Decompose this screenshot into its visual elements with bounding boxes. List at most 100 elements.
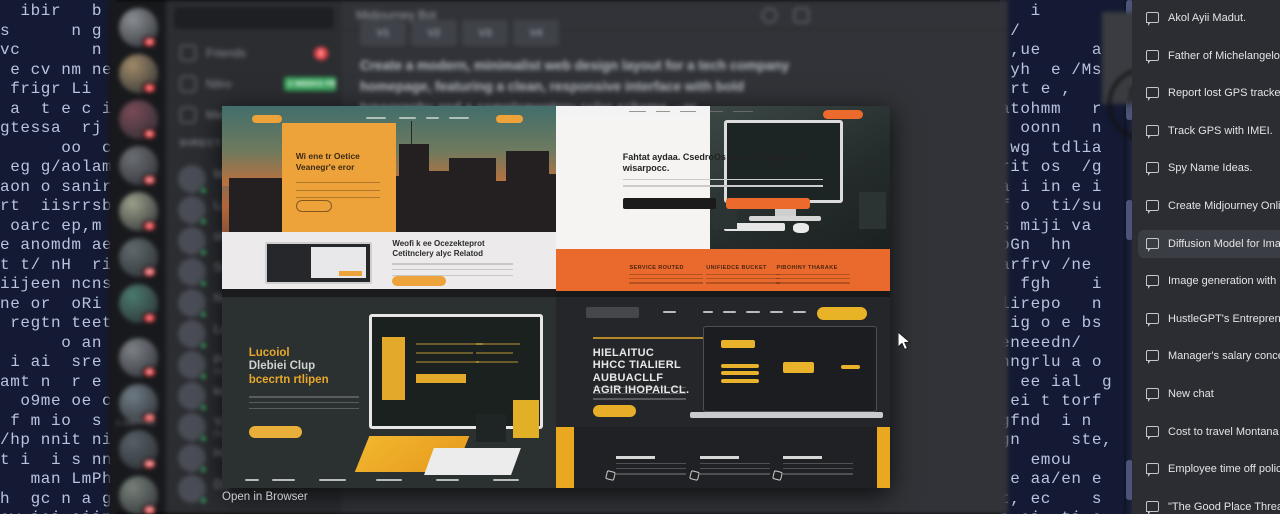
chat-bubble-icon bbox=[1146, 237, 1159, 252]
chat-history-item[interactable]: Create Midjourney Onlin bbox=[1138, 192, 1280, 220]
q4-feature-1 bbox=[616, 455, 687, 475]
nitro-promo-badge: 2 WEEKS FREE bbox=[284, 77, 336, 91]
q1-orange-card: Wi ene tr Oetice Veanegr'e eror bbox=[282, 123, 396, 233]
presence-dot bbox=[199, 496, 208, 505]
q2-feature-3: PIBOHINY THARAKE bbox=[776, 265, 850, 284]
q4-feature-2 bbox=[699, 455, 770, 475]
discord-nav-nitro[interactable]: Nitro2 WEEKS FREE bbox=[172, 69, 336, 99]
chat-history-item[interactable]: "The Good Place Thread bbox=[1138, 493, 1280, 514]
q1-heading: Wi ene tr Oetice Veanegr'e eror bbox=[295, 151, 360, 173]
server-unread-badge: 4 bbox=[142, 36, 157, 48]
chat-history-item[interactable]: Father of Michelangelo's bbox=[1138, 42, 1280, 70]
q1-right-button bbox=[392, 276, 446, 286]
q1-footer-band bbox=[222, 289, 556, 297]
discord-search-input[interactable] bbox=[174, 7, 334, 29]
chat-bubble-icon bbox=[1146, 350, 1159, 365]
chat-history-item[interactable]: Track GPS with IMEI. bbox=[1138, 117, 1280, 145]
chat-history-item[interactable]: New chat bbox=[1138, 380, 1280, 408]
search-icon[interactable] bbox=[762, 8, 777, 23]
nitro-icon bbox=[180, 76, 196, 92]
q2-primary-button bbox=[622, 197, 717, 210]
server-unread-badge: 6 bbox=[142, 128, 157, 140]
server-unread-badge: 54 bbox=[142, 458, 157, 470]
q4-right-stripe bbox=[876, 426, 890, 488]
chat-history-item[interactable]: Spy Name Ideas. bbox=[1138, 154, 1280, 182]
chat-bubble-icon bbox=[1146, 388, 1159, 402]
chat-history-item[interactable]: Cost to travel Montana bbox=[1138, 418, 1280, 446]
friends-icon bbox=[180, 45, 196, 61]
chat-bubble-icon bbox=[1146, 500, 1159, 514]
server-unread-badge: 1 bbox=[142, 312, 157, 324]
server-unread-badge: 22 bbox=[142, 266, 157, 278]
chat-history-item[interactable]: Report lost GPS tracker. bbox=[1138, 79, 1280, 107]
q4-feature-3 bbox=[783, 455, 854, 475]
q2-hero-left bbox=[556, 115, 710, 250]
q2-secondary-button bbox=[726, 197, 810, 210]
chat-bubble-icon bbox=[1146, 200, 1159, 214]
mail-icon bbox=[180, 107, 196, 123]
open-in-browser-link[interactable]: Open in Browser bbox=[222, 491, 308, 503]
chat-bubble-icon bbox=[1146, 12, 1159, 26]
inbox-icon[interactable] bbox=[794, 8, 809, 23]
q4-logo bbox=[586, 306, 640, 318]
chat-history-item[interactable]: Akol Ayii Madut. bbox=[1138, 4, 1280, 32]
q1-monitor-mockup bbox=[265, 241, 373, 284]
server-rail-label: 1-1ACTIVE bbox=[116, 420, 156, 427]
q4-laptop-base bbox=[689, 411, 884, 419]
q3-cta-button bbox=[248, 425, 303, 439]
grid-quadrant-3[interactable]: Lucoiol Dlebiei Clup bcecrtn rtlipen bbox=[222, 297, 556, 488]
grid-quadrant-4[interactable]: HIELAITUC HHCC TIALIERL AUBUACLLF AGIR I… bbox=[556, 297, 890, 488]
chat-bubble-icon bbox=[1146, 87, 1159, 102]
q3-box-yellow bbox=[512, 400, 540, 439]
q4-left-stripe bbox=[556, 426, 575, 488]
chat-history-item[interactable]: Manager's salary concer bbox=[1138, 342, 1280, 370]
building bbox=[532, 174, 556, 233]
q3-box-dark bbox=[475, 413, 506, 443]
q1-card-button bbox=[295, 200, 333, 213]
chat-bubble-icon bbox=[1146, 463, 1159, 478]
chat-bubble-icon bbox=[1146, 162, 1159, 177]
mouse-cursor bbox=[898, 332, 912, 351]
server-unread-badge: 11 bbox=[142, 174, 157, 186]
version-button-v1[interactable]: V1 bbox=[360, 20, 406, 46]
chat-bubble-icon bbox=[1146, 49, 1159, 64]
discord-nav-friends[interactable]: Friends 2 bbox=[172, 38, 336, 68]
q1-nav-cta bbox=[495, 114, 523, 124]
chat-history-item[interactable]: Employee time off polici bbox=[1138, 455, 1280, 483]
chat-bubble-icon bbox=[1146, 124, 1159, 139]
chat-history-item[interactable]: Diffusion Model for Ima bbox=[1138, 229, 1280, 258]
q2-nav-cta bbox=[823, 109, 864, 120]
version-button-v2[interactable]: V2 bbox=[411, 20, 457, 46]
discord-nav-badge: 2 bbox=[313, 47, 328, 60]
q2-feature-1: SERVICE ROUTED bbox=[629, 265, 703, 284]
server-unread-badge: 2 bbox=[142, 220, 157, 232]
q4-kicker bbox=[592, 337, 707, 340]
q2-feature-2: UNIFIEDCE BUCKET bbox=[706, 265, 780, 284]
server-unread-badge: 8 bbox=[142, 366, 157, 378]
server-unread-badge: 1 bbox=[142, 82, 157, 94]
q2-heading: Fahtat aydaa. CsedroOs wousi Ortpnce cas… bbox=[622, 151, 809, 174]
chat-bubble-icon bbox=[1146, 425, 1159, 440]
q1-nav-logo bbox=[252, 114, 283, 124]
chat-bubble-icon bbox=[1146, 312, 1159, 327]
q4-nav-cta bbox=[816, 306, 867, 320]
q3-heading: Lucoiol Dlebiei Clup bcecrtn rtlipen bbox=[248, 346, 329, 386]
server-unread-badge: 22 bbox=[142, 504, 157, 514]
chat-bubble-icon bbox=[1146, 275, 1159, 290]
grid-quadrant-2[interactable]: Fahtat aydaa. CsedroOs wousi Ortpnce cas… bbox=[556, 106, 890, 297]
q4-cta-button bbox=[592, 404, 637, 418]
grid-quadrant-1[interactable]: Wi ene tr Oetice Veanegr'e eror Weofi k … bbox=[222, 106, 556, 297]
midjourney-image-grid[interactable]: Wi ene tr Oetice Veanegr'e eror Weofi k … bbox=[222, 106, 890, 488]
q1-right-heading: Weofi k ee Ocezekteprot Cetitnclery alyc… bbox=[392, 238, 485, 258]
chat-history-item[interactable]: Image generation with D bbox=[1138, 267, 1280, 295]
version-button-v4[interactable]: V4 bbox=[513, 20, 559, 46]
chat-history-item[interactable]: HustleGPT's Entreprene bbox=[1138, 305, 1280, 333]
tower-spire bbox=[410, 121, 413, 146]
discord-server-rail[interactable]: 4 1 6 11 2 22 1 8 77 54 22 1-1ACTIVE bbox=[108, 0, 166, 514]
left-code-column: ibir b ( s n g ia vc n gi/ e cv nm ne/ f… bbox=[0, 0, 116, 514]
q3-paper-white bbox=[424, 447, 521, 475]
chat-history-sidebar[interactable]: Akol Ayii Madut. Father of Michelangelo's… bbox=[1132, 0, 1280, 514]
q4-laptop-screen bbox=[702, 325, 877, 412]
version-button-v3[interactable]: V3 bbox=[462, 20, 508, 46]
q2-mouse bbox=[792, 223, 809, 234]
